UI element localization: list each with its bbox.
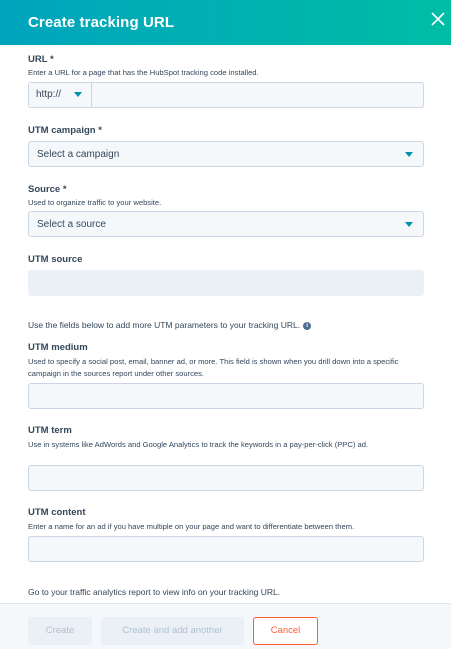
utm-content-label: UTM content xyxy=(28,507,86,518)
cancel-button[interactable]: Cancel xyxy=(253,617,318,645)
utm-source-field xyxy=(28,270,424,296)
url-field: http:// xyxy=(28,82,424,108)
utm-term-input[interactable] xyxy=(28,465,424,491)
info-icon[interactable]: i xyxy=(303,321,312,330)
close-button[interactable] xyxy=(431,12,451,32)
protocol-select[interactable]: http:// xyxy=(29,83,92,107)
utm-content-input[interactable] xyxy=(28,536,424,562)
utm-term-help: Use in systems like AdWords and Google A… xyxy=(28,440,369,449)
chevron-down-icon xyxy=(74,92,82,97)
url-help: Enter a URL for a page that has the HubS… xyxy=(28,68,259,77)
utm-medium-label: UTM medium xyxy=(28,342,88,353)
chevron-down-icon xyxy=(405,152,413,157)
utm-term-label: UTM term xyxy=(28,425,72,436)
panel-header: Create tracking URL xyxy=(0,0,451,45)
protocol-value: http:// xyxy=(36,89,62,100)
create-button[interactable]: Create xyxy=(28,617,92,645)
source-label: Source * xyxy=(28,184,67,195)
utm-medium-help: Used to specify a social post, email, ba… xyxy=(28,357,399,378)
url-input[interactable] xyxy=(93,83,423,107)
source-selected: Select a source xyxy=(37,219,106,230)
info-text-label: Use the fields below to add more UTM par… xyxy=(28,320,301,330)
create-and-add-another-button[interactable]: Create and add another xyxy=(101,617,244,645)
utm-medium-input[interactable] xyxy=(28,383,424,409)
utm-content-help: Enter a name for an ad if you have multi… xyxy=(28,522,355,531)
campaign-selected: Select a campaign xyxy=(37,149,120,160)
panel-title: Create tracking URL xyxy=(28,14,175,31)
panel-footer: Create Create and add another Cancel xyxy=(0,603,451,649)
source-help: Used to organize traffic to your website… xyxy=(28,198,162,207)
url-label: URL * xyxy=(28,54,54,65)
campaign-label: UTM campaign * xyxy=(28,125,102,136)
close-icon xyxy=(431,12,445,26)
info-text: Use the fields below to add more UTM par… xyxy=(28,320,312,330)
campaign-select[interactable]: Select a campaign xyxy=(28,141,424,167)
footer-note: Go to your traffic analytics report to v… xyxy=(28,587,281,597)
chevron-down-icon xyxy=(405,222,413,227)
source-select[interactable]: Select a source xyxy=(28,211,424,237)
utm-source-label: UTM source xyxy=(28,254,83,265)
